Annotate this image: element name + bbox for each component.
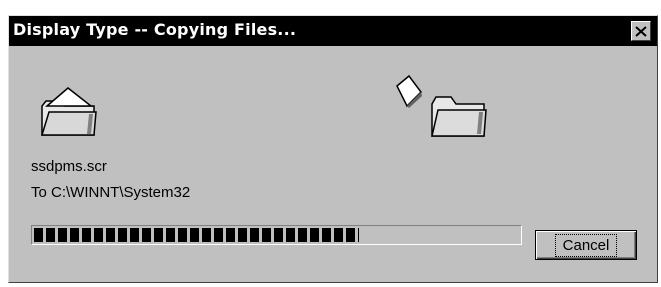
cancel-button[interactable]: Cancel [535, 230, 637, 260]
cancel-button-label: Cancel [554, 233, 618, 257]
close-icon [635, 25, 647, 37]
flying-document-icon [396, 74, 422, 108]
destination-path: To C:\WINNT\System32 [31, 184, 191, 201]
close-button[interactable] [631, 21, 651, 41]
title-bar[interactable]: Display Type -- Copying Files... [9, 16, 657, 46]
window-title: Display Type -- Copying Files... [13, 20, 297, 39]
progress-bar [31, 225, 522, 245]
folder-icon [431, 96, 487, 137]
current-filename: ssdpms.scr [31, 158, 107, 175]
progress-fill [34, 228, 359, 242]
folder-open-icon [40, 87, 97, 136]
copy-files-dialog: Display Type -- Copying Files... ssdpms.… [8, 15, 658, 283]
